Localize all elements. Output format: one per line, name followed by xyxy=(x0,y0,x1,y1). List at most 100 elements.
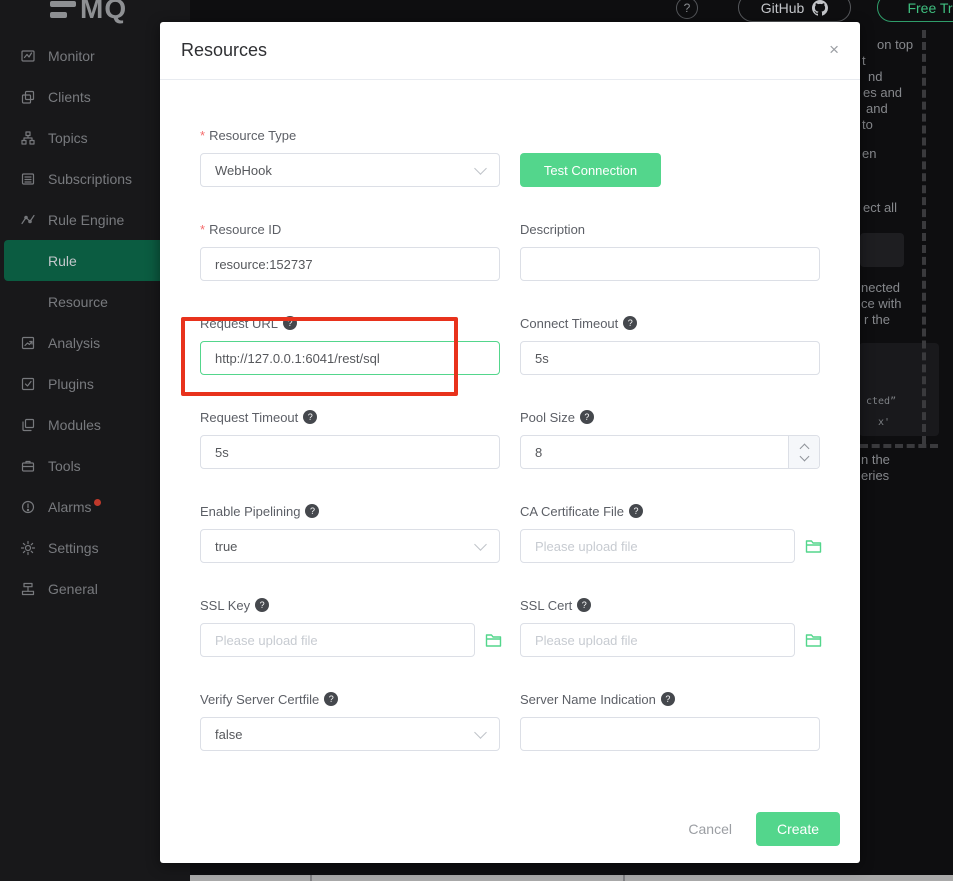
label-text: Server Name Indication xyxy=(520,692,656,707)
bg-text-fragment: to xyxy=(862,117,873,132)
clients-icon xyxy=(20,89,36,105)
pool-size-label: Pool Size ? xyxy=(520,408,820,426)
bg-text-fragment: nected xyxy=(861,280,900,295)
enable-pipelining-value: true xyxy=(215,539,237,554)
bg-text-fragment: ect all xyxy=(863,200,897,215)
ssl-key-label: SSL Key ? xyxy=(200,596,500,614)
help-icon[interactable]: ? xyxy=(577,598,591,612)
server-name-indication-label: Server Name Indication ? xyxy=(520,690,820,708)
sidebar-item-label: Tools xyxy=(48,458,81,474)
ca-certificate-input[interactable] xyxy=(520,529,795,563)
sidebar-item-label: Rule xyxy=(48,253,77,269)
close-icon[interactable]: × xyxy=(829,41,839,58)
verify-server-certfile-select[interactable]: false xyxy=(200,717,500,751)
help-icon[interactable]: ? xyxy=(324,692,338,706)
required-mark: * xyxy=(200,222,205,237)
sidebar-item-label: Resource xyxy=(48,294,108,310)
bg-text-fragment: nd xyxy=(868,69,882,84)
help-icon[interactable]: ? xyxy=(623,316,637,330)
modal-footer: Cancel Create xyxy=(688,812,840,846)
emq-logo-text: MQ xyxy=(80,0,127,25)
server-name-indication-input[interactable] xyxy=(520,717,820,751)
request-timeout-input[interactable] xyxy=(200,435,500,469)
folder-upload-icon[interactable] xyxy=(485,633,502,648)
scrollbar-tick xyxy=(310,875,312,881)
field-request-url: Request URL ? xyxy=(200,314,500,375)
horizontal-scrollbar[interactable] xyxy=(190,875,953,881)
label-text: SSL Cert xyxy=(520,598,572,613)
label-text: Verify Server Certfile xyxy=(200,692,319,707)
bg-text-fragment: and xyxy=(866,101,888,116)
help-icon[interactable]: ? xyxy=(255,598,269,612)
emq-logo-mark-icon xyxy=(50,1,76,18)
field-resource-type: * Resource Type WebHook xyxy=(200,126,500,187)
chevron-down-icon xyxy=(474,726,487,739)
label-text: Resource Type xyxy=(209,128,296,143)
sidebar-item-label: Modules xyxy=(48,417,101,433)
quantity-stepper[interactable] xyxy=(788,436,819,468)
resource-type-value: WebHook xyxy=(215,163,272,178)
help-icon[interactable]: ? xyxy=(305,504,319,518)
field-request-timeout: Request Timeout ? xyxy=(200,408,500,469)
label-text: Connect Timeout xyxy=(520,316,618,331)
label-text: SSL Key xyxy=(200,598,250,613)
help-icon[interactable]: ? xyxy=(580,410,594,424)
enable-pipelining-select[interactable]: true xyxy=(200,529,500,563)
label-text: CA Certificate File xyxy=(520,504,624,519)
sidebar-item-label: Alarms xyxy=(48,499,92,515)
request-url-label: Request URL ? xyxy=(200,314,500,332)
help-icon[interactable]: ? xyxy=(629,504,643,518)
folder-upload-icon[interactable] xyxy=(805,633,822,648)
cancel-button[interactable]: Cancel xyxy=(688,821,732,837)
chevron-down-icon xyxy=(474,162,487,175)
label-text: Description xyxy=(520,222,585,237)
sidebar-item-label: General xyxy=(48,581,98,597)
ssl-cert-label: SSL Cert ? xyxy=(520,596,820,614)
create-button[interactable]: Create xyxy=(756,812,840,846)
sidebar-item-label: Analysis xyxy=(48,335,100,351)
field-ca-certificate: CA Certificate File ? xyxy=(520,502,820,563)
sidebar-item-rule[interactable]: Rule xyxy=(4,240,186,281)
monitor-icon xyxy=(20,48,36,64)
github-icon xyxy=(812,0,828,16)
sidebar-item-label: Rule Engine xyxy=(48,212,124,228)
label-text: Enable Pipelining xyxy=(200,504,300,519)
ssl-cert-input[interactable] xyxy=(520,623,795,657)
app-root: on top t nd es and and to en ect all nec… xyxy=(0,0,953,881)
analysis-icon xyxy=(20,335,36,351)
description-input[interactable] xyxy=(520,247,820,281)
github-button-label: GitHub xyxy=(761,0,805,16)
connect-timeout-input[interactable] xyxy=(520,341,820,375)
github-button[interactable]: GitHub xyxy=(738,0,851,22)
help-icon[interactable]: ? xyxy=(283,316,297,330)
sidebar-item-label: Topics xyxy=(48,130,88,146)
ca-certificate-label: CA Certificate File ? xyxy=(520,502,820,520)
pool-size-input[interactable] xyxy=(520,435,820,469)
help-icon[interactable]: ? xyxy=(661,692,675,706)
folder-upload-icon[interactable] xyxy=(805,539,822,554)
alarms-badge xyxy=(94,499,101,506)
resource-type-select[interactable]: WebHook xyxy=(200,153,500,187)
free-trial-button[interactable]: Free Trial xyxy=(877,0,953,22)
stepper-down-icon[interactable] xyxy=(799,451,809,461)
modal-title: Resources xyxy=(181,40,267,61)
general-icon xyxy=(20,581,36,597)
request-url-input[interactable] xyxy=(200,341,500,375)
emq-logo[interactable]: MQ xyxy=(50,0,127,25)
test-connection-button[interactable]: Test Connection xyxy=(520,153,661,187)
bg-text-fragment: t xyxy=(862,53,866,68)
field-description: Description xyxy=(520,220,820,281)
modal-header: Resources xyxy=(160,22,860,80)
field-test-connection: Test Connection xyxy=(520,126,820,187)
bg-dashed-border-horizontal xyxy=(860,444,938,448)
alarms-icon xyxy=(20,499,36,515)
empty-label-spacer xyxy=(520,126,820,144)
field-ssl-cert: SSL Cert ? xyxy=(520,596,820,657)
ssl-key-input[interactable] xyxy=(200,623,475,657)
help-icon[interactable]: ? xyxy=(303,410,317,424)
description-label: Description xyxy=(520,220,820,238)
help-icon[interactable]: ? xyxy=(676,0,698,19)
resource-id-input[interactable] xyxy=(200,247,500,281)
bg-text-fragment: on top xyxy=(877,37,913,52)
resource-id-label: * Resource ID xyxy=(200,220,500,238)
